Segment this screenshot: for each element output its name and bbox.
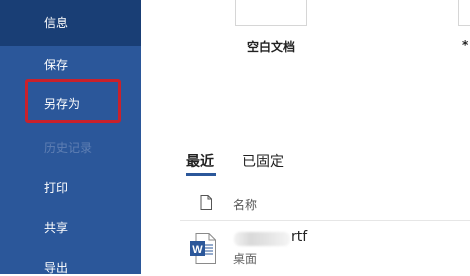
save-as-highlight-box: [25, 79, 121, 123]
tab-pinned[interactable]: 已固定: [242, 151, 284, 171]
sidebar-item-save[interactable]: 保存: [44, 57, 68, 73]
sidebar-item-history: 历史记录: [44, 141, 93, 155]
main-panel: 空白文档 * 最近 已固定 名称 W rtf 桌面: [141, 0, 470, 274]
sidebar-item-print[interactable]: 打印: [44, 180, 68, 196]
template-label-partial: *: [462, 38, 469, 52]
file-location: 桌面: [233, 252, 258, 266]
backstage-sidebar: 信息 保存 另存为 历史记录 打印 共享 导出: [0, 0, 141, 275]
tab-recent-underline: [186, 173, 216, 176]
sidebar-item-info[interactable]: 信息: [44, 15, 68, 31]
column-header-name[interactable]: 名称: [233, 196, 257, 213]
word-doc-icon: W: [190, 233, 216, 268]
svg-text:W: W: [192, 244, 203, 256]
file-name-redacted: [234, 232, 290, 246]
file-icon: [200, 195, 212, 214]
sidebar-item-share[interactable]: 共享: [44, 220, 68, 236]
list-divider: [180, 220, 470, 221]
tab-recent[interactable]: 最近: [186, 151, 214, 171]
template-thumbnail[interactable]: [458, 0, 470, 26]
blank-document-template[interactable]: [235, 0, 307, 26]
file-name: rtf: [291, 229, 308, 245]
selected-item-background: [0, 0, 141, 46]
blank-document-label: 空白文档: [247, 40, 296, 54]
